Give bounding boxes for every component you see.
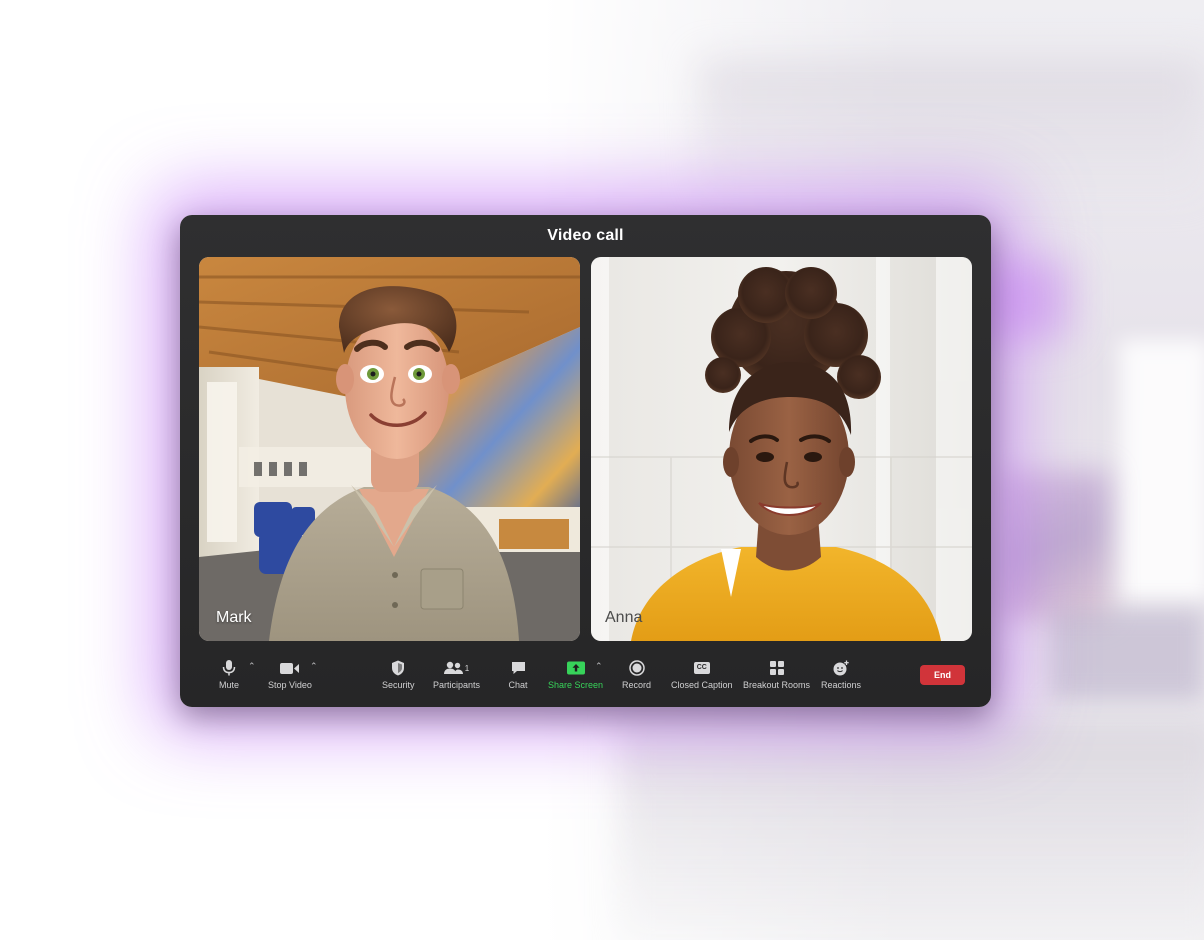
stop-video-label: Stop Video (268, 680, 312, 690)
share-screen-icon (563, 659, 589, 677)
meeting-toolbar: Mute ⌃ Stop Video ⌃ Security 1 Participa… (180, 653, 991, 693)
video-tile-mark[interactable]: Mark (199, 257, 580, 641)
video-camera-icon (277, 659, 303, 677)
background-table (1050, 610, 1204, 700)
end-call-button[interactable]: End (920, 665, 965, 685)
participants-count: 1 (464, 663, 470, 673)
chat-button[interactable]: Chat (505, 659, 531, 690)
security-label: Security (382, 680, 415, 690)
shield-icon (385, 659, 411, 677)
smiley-add-icon (828, 659, 854, 677)
breakout-rooms-label: Breakout Rooms (743, 680, 811, 690)
people-icon: 1 (442, 659, 472, 677)
reactions-label: Reactions (821, 680, 862, 690)
video-tile-anna[interactable]: Anna (591, 257, 972, 641)
background-floor (620, 720, 1204, 940)
chat-bubble-icon (505, 659, 531, 677)
record-icon (624, 659, 650, 677)
breakout-rooms-button[interactable]: Breakout Rooms (743, 659, 810, 690)
closed-caption-badge: CC (693, 662, 710, 674)
mute-button[interactable]: Mute (216, 659, 242, 690)
share-options-chevron-up-icon[interactable]: ⌃ (595, 661, 603, 672)
closed-caption-icon: CC (689, 659, 715, 677)
window-title: Video call (547, 227, 624, 244)
record-button[interactable]: Record (622, 659, 651, 690)
video-options-chevron-up-icon[interactable]: ⌃ (310, 661, 318, 672)
security-button[interactable]: Security (382, 659, 415, 690)
background-light (980, 260, 1070, 340)
participant-name-anna: Anna (605, 609, 643, 626)
reactions-button[interactable]: Reactions (821, 659, 861, 690)
participant-name-mark: Mark (216, 609, 252, 626)
background-painting (1000, 470, 1110, 620)
closed-caption-label: Closed Caption (671, 680, 733, 690)
video-call-window: Video call Mark Anna Mute ⌃ Stop Video ⌃… (180, 215, 991, 707)
grid-icon (764, 659, 790, 677)
share-screen-label: Share Screen (548, 680, 604, 690)
participants-label: Participants (433, 680, 481, 690)
video-feed-anna (591, 257, 972, 641)
record-label: Record (622, 680, 652, 690)
background-window (1120, 340, 1204, 600)
background-ceiling (700, 60, 1204, 200)
closed-caption-button[interactable]: CC Closed Caption (671, 659, 733, 690)
participants-button[interactable]: 1 Participants (433, 659, 480, 690)
mute-label: Mute (218, 680, 239, 690)
chat-label: Chat (508, 680, 528, 690)
mute-options-chevron-up-icon[interactable]: ⌃ (248, 661, 256, 672)
stop-video-button[interactable]: Stop Video (268, 659, 312, 690)
video-feed-mark (199, 257, 580, 641)
microphone-icon (216, 659, 242, 677)
